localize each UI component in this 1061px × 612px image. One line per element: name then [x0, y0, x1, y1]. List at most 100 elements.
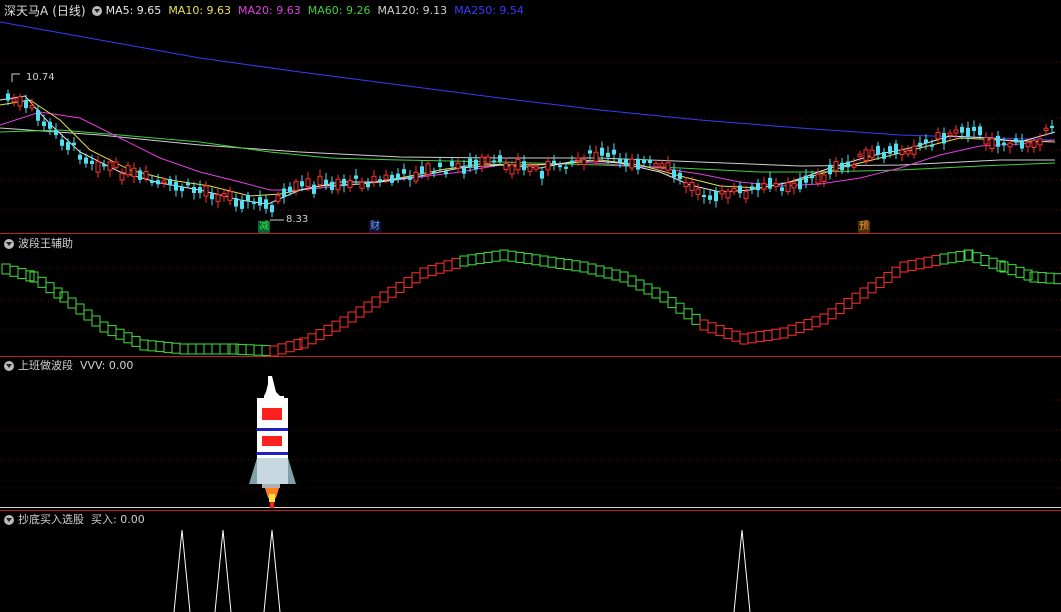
wave-block	[771, 328, 781, 340]
period-label[interactable]: (日线)	[52, 3, 85, 19]
panel3-header: 上班做波段 VVV: 0.00	[4, 358, 133, 374]
candle-body	[102, 164, 106, 167]
indicator-menu-icon[interactable]	[91, 6, 102, 16]
wave-block	[635, 279, 645, 291]
candle-body	[552, 160, 556, 164]
wave-block	[683, 308, 693, 320]
grid-lines	[0, 61, 1061, 489]
wave-block	[587, 263, 597, 275]
wave-block	[515, 251, 525, 263]
ma10-label: MA10: 9.63	[168, 4, 232, 17]
candle-body	[168, 178, 172, 186]
candle-body	[618, 158, 622, 163]
wave-block	[755, 331, 765, 343]
candle-body	[354, 175, 358, 179]
candle-body	[275, 195, 281, 202]
ma20-label: MA20: 9.63	[238, 4, 301, 17]
wave-block	[83, 309, 93, 321]
candle-body	[731, 188, 737, 193]
panel4-menu-icon[interactable]	[4, 515, 14, 525]
candle-body	[629, 158, 635, 169]
candle-body	[138, 170, 142, 180]
candle-body	[996, 135, 1000, 147]
wave-block	[1053, 273, 1061, 285]
candle-body	[888, 146, 892, 154]
candle-body	[719, 190, 725, 195]
wave-block	[499, 249, 509, 261]
candle-body	[533, 165, 539, 170]
wave-block	[715, 325, 725, 337]
wave-block	[571, 260, 581, 272]
panel3-value: VVV: 0.00	[80, 359, 134, 372]
wave-block	[795, 321, 805, 333]
candle-body	[1020, 140, 1024, 149]
candle-body	[359, 181, 365, 189]
wave-block	[675, 302, 685, 314]
candle-body	[714, 190, 718, 202]
wave-block	[269, 345, 279, 357]
candle-body	[899, 149, 905, 155]
panel2-title: 波段王辅助	[18, 237, 73, 250]
event-marker-cai[interactable]: 财	[369, 221, 381, 233]
wave-block	[403, 277, 413, 289]
candle-body	[815, 173, 821, 184]
candle-body	[468, 158, 472, 168]
wave-block	[387, 286, 397, 298]
wave-block	[1045, 272, 1055, 284]
wave-block	[947, 252, 957, 264]
wave-block	[179, 343, 189, 355]
candle-body	[425, 163, 431, 175]
candle-body	[383, 174, 389, 180]
wave-block	[483, 251, 493, 263]
wave-block	[1015, 266, 1025, 278]
candle-body	[540, 170, 544, 179]
candle-body	[342, 178, 346, 187]
event-marker-jian[interactable]: 减	[258, 221, 270, 233]
chart-canvas	[0, 21, 1061, 612]
candle-body	[60, 139, 64, 146]
wave-block	[691, 313, 701, 325]
wave-block	[253, 344, 263, 356]
panel3-menu-icon[interactable]	[4, 361, 14, 371]
panel2-menu-icon[interactable]	[4, 239, 14, 249]
wave-block	[643, 283, 653, 295]
wave-block	[603, 267, 613, 279]
candle-body	[305, 178, 311, 188]
wave-block	[907, 259, 917, 271]
candle-body	[821, 174, 827, 183]
wave-block	[237, 343, 247, 355]
wave-block	[491, 250, 501, 262]
wave-block	[277, 343, 287, 355]
candle-body	[95, 161, 101, 173]
wave-block	[219, 343, 229, 355]
candle-body	[371, 175, 377, 182]
candle-body	[606, 152, 610, 158]
candle-body	[498, 155, 502, 162]
wave-block	[851, 292, 861, 304]
wave-block	[523, 253, 533, 265]
candle-body	[978, 126, 982, 136]
candle-body	[785, 182, 791, 193]
candle-body	[485, 156, 491, 164]
candle-body	[288, 186, 292, 193]
wave-block	[988, 257, 998, 269]
candle-body	[558, 165, 562, 168]
candle-body	[1050, 125, 1054, 129]
panel4-value: 买入: 0.00	[91, 513, 145, 526]
candle-body	[1043, 127, 1049, 131]
candle-body	[695, 188, 701, 196]
candle-body	[221, 193, 227, 197]
wave-block	[915, 258, 925, 270]
wave-block	[123, 332, 133, 344]
candle-body	[593, 151, 599, 162]
candle-body	[966, 127, 970, 138]
wave-block	[939, 253, 949, 265]
event-marker-yu[interactable]: 预	[858, 221, 870, 233]
candle-body	[107, 161, 113, 171]
wave-block	[619, 271, 629, 283]
wave-block	[811, 316, 821, 328]
candle-body	[840, 162, 844, 171]
candle-body	[293, 181, 299, 191]
wave-block	[667, 297, 677, 309]
candle-body	[438, 162, 442, 168]
